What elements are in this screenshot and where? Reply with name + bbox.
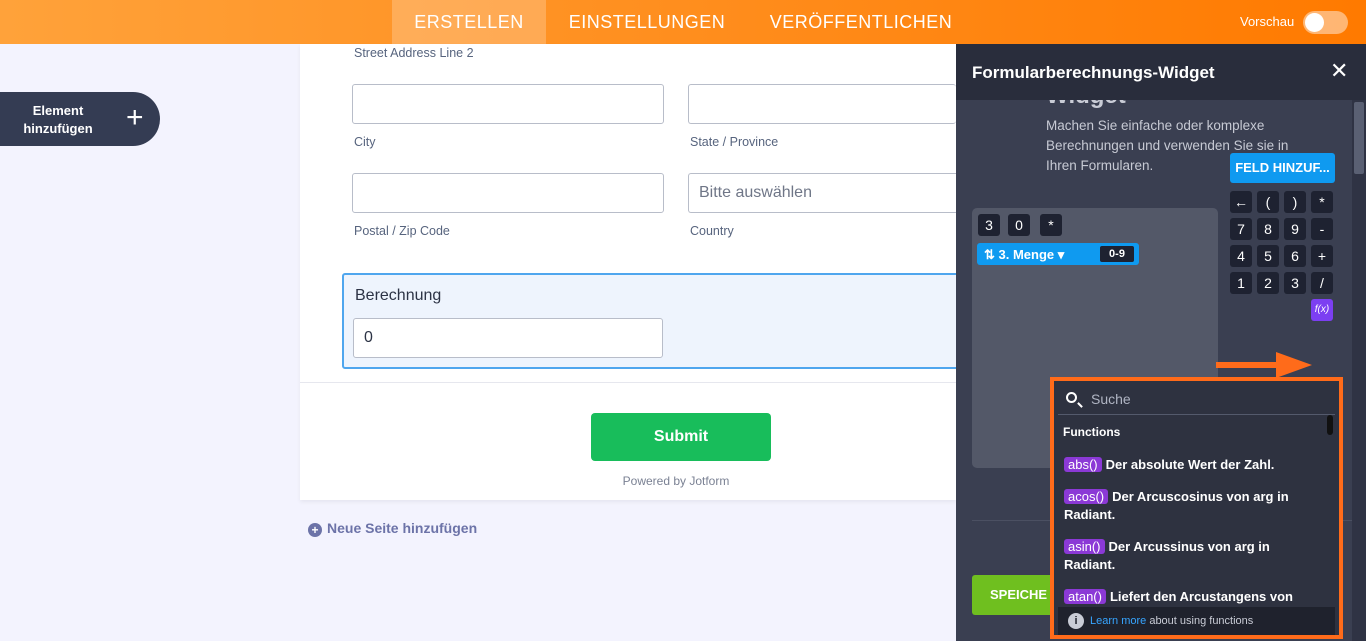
country-label: Country (690, 224, 734, 238)
functions-dropdown: Suche Functions abs() Der absolute Wert d… (1050, 377, 1343, 639)
function-name: atan() (1064, 589, 1106, 604)
key-multiply[interactable]: * (1311, 191, 1333, 213)
key-8[interactable]: 8 (1257, 218, 1279, 240)
postal-input[interactable] (352, 173, 664, 213)
function-item-abs[interactable]: abs() Der absolute Wert der Zahl. (1064, 456, 1319, 474)
functions-heading: Functions (1063, 425, 1121, 439)
key-9[interactable]: 9 (1284, 218, 1306, 240)
function-name: acos() (1064, 489, 1109, 504)
street-line2-label: Street Address Line 2 (354, 46, 474, 60)
top-navigation-bar: ERSTELLEN EINSTELLUNGEN VERÖFFENTLICHEN … (0, 0, 1366, 44)
key-1[interactable]: 1 (1230, 272, 1252, 294)
function-desc: Liefert den Arcustangens von (1109, 589, 1293, 604)
function-icon[interactable]: f(x) (1311, 299, 1333, 321)
function-item-asin[interactable]: asin() Der Arcussinus von arg in Radiant. (1064, 538, 1319, 574)
key-6[interactable]: 6 (1284, 245, 1306, 267)
tab-erstellen[interactable]: ERSTELLEN (392, 0, 546, 44)
key-open-paren[interactable]: ( (1257, 191, 1279, 213)
info-icon: i (1068, 613, 1084, 629)
toggle-knob (1305, 13, 1324, 32)
close-icon[interactable]: ✕ (1330, 59, 1348, 83)
tab-veroeffentlichen[interactable]: VERÖFFENTLICHEN (748, 0, 974, 44)
tab-einstellungen[interactable]: EINSTELLUNGEN (546, 0, 748, 44)
add-element-label: Element hinzufügen (23, 103, 93, 136)
function-name: abs() (1064, 457, 1102, 472)
key-3[interactable]: 3 (1284, 272, 1306, 294)
learn-more-link[interactable]: Learn more (1090, 615, 1146, 627)
function-name: asin() (1064, 539, 1105, 554)
form-card: Street Address Line 2 City State / Provi… (300, 44, 962, 500)
function-desc: Der absolute Wert der Zahl. (1105, 457, 1275, 472)
dropdown-scrollbar[interactable] (1327, 415, 1333, 435)
scrollbar-thumb[interactable] (1354, 102, 1364, 174)
preview-toggle[interactable] (1303, 11, 1348, 34)
chevron-down-icon: ▾ (1054, 247, 1065, 262)
calculation-title: Berechnung (355, 287, 442, 304)
plus-icon: + (126, 101, 144, 134)
field-chip-label: 3. Menge (998, 247, 1055, 262)
add-element-button[interactable]: Element hinzufügen + (0, 92, 160, 146)
formula-chip[interactable]: 0 (1008, 214, 1030, 236)
panel-title: Formularberechnungs-Widget (972, 63, 1215, 82)
search-icon (1066, 392, 1077, 403)
country-select[interactable]: Bitte auswählen (688, 173, 956, 213)
divider (300, 382, 956, 383)
function-search[interactable]: Suche (1058, 383, 1335, 415)
save-button[interactable]: SPEICHE (972, 575, 1062, 615)
key-backspace[interactable]: ← (1230, 191, 1252, 213)
new-page-label: Neue Seite hinzufügen (327, 520, 478, 536)
city-input[interactable] (352, 84, 664, 124)
panel-scrollbar[interactable] (1352, 100, 1366, 641)
add-new-page-link[interactable]: + Neue Seite hinzufügen (308, 520, 477, 537)
formula-chip[interactable]: 3 (978, 214, 1000, 236)
state-input[interactable] (688, 84, 956, 124)
add-field-button[interactable]: FELD HINZUF... (1230, 153, 1335, 183)
submit-button[interactable]: Submit (591, 413, 771, 461)
key-minus[interactable]: - (1311, 218, 1333, 240)
panel-header: Formularberechnungs-Widget ✕ (956, 44, 1366, 100)
city-label: City (354, 135, 376, 149)
key-divide[interactable]: / (1311, 272, 1333, 294)
key-7[interactable]: 7 (1230, 218, 1252, 240)
postal-label: Postal / Zip Code (354, 224, 450, 238)
key-plus[interactable]: + (1311, 245, 1333, 267)
formula-chip[interactable]: * (1040, 214, 1062, 236)
field-chip-badge: 0-9 (1100, 246, 1134, 262)
search-placeholder: Suche (1091, 391, 1131, 407)
functions-footer: i Learn more about using functions (1058, 607, 1335, 635)
widget-title: Widget (1046, 100, 1126, 110)
function-item-atan[interactable]: atan() Liefert den Arcustangens von (1064, 588, 1319, 606)
preview-label: Vorschau (1240, 14, 1295, 29)
calculation-field[interactable]: Berechnung 0 (342, 273, 962, 369)
key-4[interactable]: 4 (1230, 245, 1252, 267)
calculation-value[interactable]: 0 (353, 318, 663, 358)
key-close-paren[interactable]: ) (1284, 191, 1306, 213)
powered-by: Powered by Jotform (622, 474, 730, 488)
field-chip-menge[interactable]: ⇅ 3. Menge ▾ 0-9 (977, 243, 1139, 265)
plus-circle-icon: + (308, 523, 322, 537)
key-2[interactable]: 2 (1257, 272, 1279, 294)
footer-text: about using functions (1146, 615, 1254, 627)
arrow-annotation-icon (1216, 352, 1312, 378)
state-label: State / Province (690, 135, 779, 149)
sort-icon: ⇅ (984, 247, 999, 262)
key-5[interactable]: 5 (1257, 245, 1279, 267)
function-item-acos[interactable]: acos() Der Arcuscosinus von arg in Radian… (1064, 488, 1319, 524)
